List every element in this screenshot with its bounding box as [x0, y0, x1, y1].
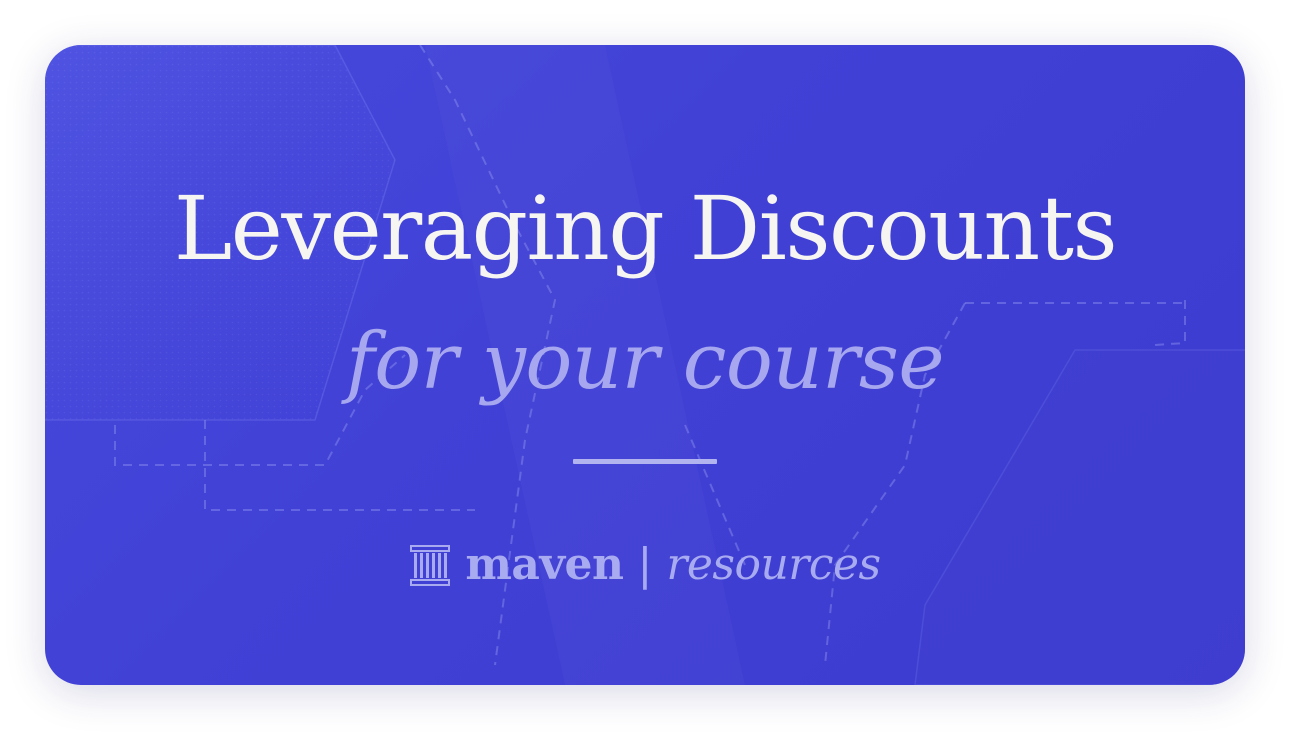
maven-columns-icon — [409, 543, 451, 587]
card-title: Leveraging Discounts — [173, 177, 1118, 280]
card-subtitle: for your course — [345, 317, 945, 407]
brand-section: resources — [666, 539, 881, 590]
divider-line — [573, 459, 717, 464]
page: Leveraging Discounts for your course mav… — [0, 0, 1300, 740]
brand-name: maven — [465, 539, 624, 590]
brand-lockup: maven | resources — [45, 543, 1245, 587]
brand-separator: | — [637, 539, 653, 590]
hero-card: Leveraging Discounts for your course mav… — [45, 45, 1245, 685]
